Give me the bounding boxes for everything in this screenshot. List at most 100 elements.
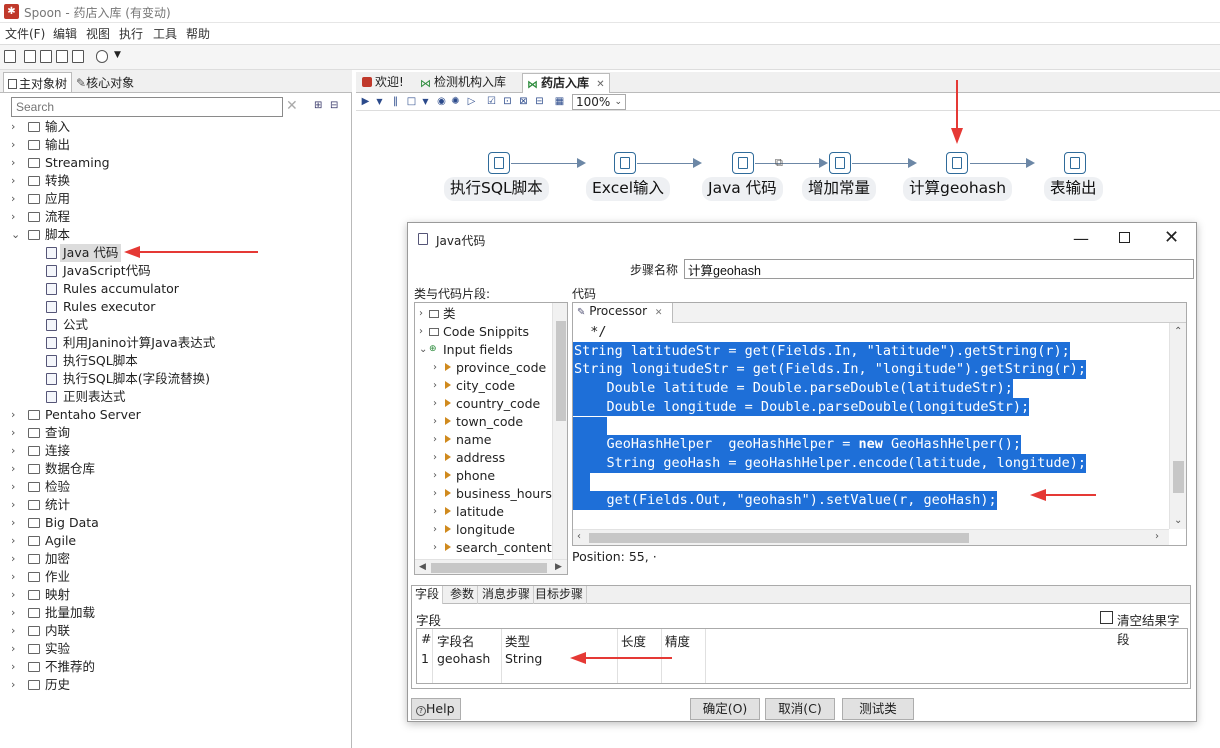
- step-geohash-label[interactable]: 计算geohash: [903, 177, 1013, 201]
- tree-folder-row[interactable]: › 连接: [0, 442, 340, 460]
- tree-folder-row[interactable]: › 输入: [0, 118, 340, 136]
- tab-target-steps[interactable]: 目标步骤: [532, 586, 588, 604]
- replay-icon[interactable]: ▷: [466, 96, 477, 107]
- tree-step-item[interactable]: 正则表达式: [0, 388, 340, 406]
- step-add-constants-icon[interactable]: [829, 152, 851, 174]
- snippets-vertical-scrollbar[interactable]: [552, 303, 567, 559]
- tree-folder-row[interactable]: › 流程: [0, 208, 340, 226]
- snippets-horizontal-scrollbar[interactable]: ◀ ▶: [415, 559, 567, 574]
- ok-button[interactable]: 确定(O): [690, 698, 760, 720]
- input-field-item[interactable]: › phone: [415, 467, 555, 485]
- explore-repository-icon[interactable]: [40, 50, 52, 63]
- grid-icon[interactable]: ▦: [554, 96, 565, 107]
- tree-folder-row[interactable]: › 转换: [0, 172, 340, 190]
- snippet-category[interactable]: › 类: [415, 305, 555, 323]
- chevron-right-icon[interactable]: ›: [11, 568, 21, 586]
- step-java-code-label[interactable]: Java 代码: [702, 177, 783, 201]
- chevron-right-icon[interactable]: ›: [11, 550, 21, 568]
- clear-result-fields-checkbox[interactable]: [1100, 611, 1113, 624]
- close-tab-icon[interactable]: ✕: [596, 79, 604, 90]
- chevron-right-icon[interactable]: ›: [11, 172, 21, 190]
- chevron-right-icon[interactable]: ›: [11, 208, 21, 226]
- chevron-right-icon[interactable]: ›: [11, 586, 21, 604]
- code-line[interactable]: String geoHash = geoHashHelper.encode(la…: [573, 453, 1087, 473]
- scroll-up-icon[interactable]: ⌃: [1174, 326, 1182, 337]
- chevron-right-icon[interactable]: ›: [419, 305, 423, 323]
- tree-folder-row[interactable]: › 加密: [0, 550, 340, 568]
- sql-icon[interactable]: ⊠: [518, 96, 529, 107]
- chevron-right-icon[interactable]: ›: [11, 496, 21, 514]
- tree-folder-row[interactable]: › 应用: [0, 190, 340, 208]
- scrollbar-thumb[interactable]: [1173, 461, 1184, 493]
- chevron-right-icon[interactable]: ›: [433, 431, 437, 449]
- open-file-icon[interactable]: [24, 50, 36, 63]
- explore-db-icon[interactable]: ⊟: [534, 96, 545, 107]
- chevron-right-icon[interactable]: ›: [11, 136, 21, 154]
- step-name-input[interactable]: [684, 259, 1194, 279]
- input-field-item[interactable]: › town_code: [415, 413, 555, 431]
- code-line[interactable]: String longitudeStr = get(Fields.In, "lo…: [573, 360, 1087, 380]
- step-table-output-icon[interactable]: [1064, 152, 1086, 174]
- tree-folder-row[interactable]: › 批量加载: [0, 604, 340, 622]
- input-field-item[interactable]: › search_content: [415, 539, 555, 557]
- chevron-down-icon[interactable]: ⌄: [11, 226, 21, 244]
- code-line[interactable]: */: [573, 323, 606, 342]
- snippet-category[interactable]: › Code Snippits: [415, 323, 555, 341]
- chevron-down-icon[interactable]: ⌄: [419, 341, 427, 359]
- menu-edit[interactable]: 编辑: [53, 25, 77, 42]
- table-cell[interactable]: geohash: [437, 651, 490, 666]
- chevron-right-icon[interactable]: ›: [433, 359, 437, 377]
- tree-step-item[interactable]: 公式: [0, 316, 340, 334]
- step-excel-input-icon[interactable]: [614, 152, 636, 174]
- close-icon[interactable]: ✕: [1164, 227, 1179, 248]
- tree-folder-row[interactable]: › Streaming: [0, 154, 340, 172]
- tab-info-steps[interactable]: 消息步骤: [479, 586, 535, 604]
- tree-folder-row[interactable]: › 不推荐的: [0, 658, 340, 676]
- pause-icon[interactable]: ‖: [390, 96, 401, 107]
- search-input[interactable]: [11, 97, 283, 117]
- save-icon[interactable]: [56, 50, 68, 63]
- help-button[interactable]: ? Help: [411, 698, 461, 720]
- tree-step-item[interactable]: 执行SQL脚本(字段流替换): [0, 370, 340, 388]
- perspective-dropdown-icon[interactable]: ▼: [114, 50, 121, 60]
- chevron-right-icon[interactable]: ›: [11, 154, 21, 172]
- chevron-right-icon[interactable]: ›: [433, 377, 437, 395]
- scroll-right-icon[interactable]: ›: [1155, 531, 1159, 542]
- zoom-select[interactable]: 100% ⌄: [572, 94, 626, 110]
- code-text-area[interactable]: */String latitudeStr = get(Fields.In, "l…: [573, 323, 1169, 529]
- scrollbar-thumb[interactable]: [589, 533, 969, 543]
- scroll-left-icon[interactable]: ◀: [419, 562, 426, 572]
- code-vertical-scrollbar[interactable]: ⌃ ⌄: [1169, 323, 1186, 529]
- input-field-item[interactable]: › country_code: [415, 395, 555, 413]
- stop-dropdown-icon[interactable]: ▼: [420, 96, 431, 107]
- tree-step-item[interactable]: Rules accumulator: [0, 280, 340, 298]
- minimize-icon[interactable]: —: [1073, 229, 1089, 248]
- menu-help[interactable]: 帮助: [186, 25, 210, 42]
- scrollbar-thumb[interactable]: [431, 563, 547, 573]
- chevron-right-icon[interactable]: ›: [11, 514, 21, 532]
- menu-file[interactable]: 文件(F): [5, 25, 45, 42]
- code-line[interactable]: [573, 472, 591, 492]
- step-excel-input-label[interactable]: Excel输入: [586, 177, 671, 201]
- debug-icon[interactable]: ✺: [450, 96, 461, 107]
- menu-run[interactable]: 执行: [119, 25, 143, 42]
- tab-processor[interactable]: ✎ Processor ✕: [573, 303, 674, 323]
- scroll-right-icon[interactable]: ▶: [555, 562, 562, 572]
- input-field-item[interactable]: › province_code: [415, 359, 555, 377]
- chevron-right-icon[interactable]: ›: [11, 622, 21, 640]
- new-file-icon[interactable]: [4, 50, 16, 63]
- maximize-icon[interactable]: [1119, 232, 1130, 243]
- cancel-button[interactable]: 取消(C): [765, 698, 835, 720]
- tree-folder-row[interactable]: › 映射: [0, 586, 340, 604]
- input-field-item[interactable]: › city_code: [415, 377, 555, 395]
- chevron-right-icon[interactable]: ›: [11, 424, 21, 442]
- chevron-right-icon[interactable]: ›: [11, 406, 21, 424]
- tree-folder-row[interactable]: › 统计: [0, 496, 340, 514]
- chevron-right-icon[interactable]: ›: [433, 467, 437, 485]
- step-table-output-label[interactable]: 表输出: [1044, 177, 1103, 201]
- scroll-left-icon[interactable]: ‹: [577, 531, 581, 542]
- tree-step-item[interactable]: Rules executor: [0, 298, 340, 316]
- scrollbar-thumb[interactable]: [556, 321, 566, 421]
- step-java-code-icon[interactable]: [732, 152, 754, 174]
- chevron-right-icon[interactable]: ›: [433, 539, 437, 557]
